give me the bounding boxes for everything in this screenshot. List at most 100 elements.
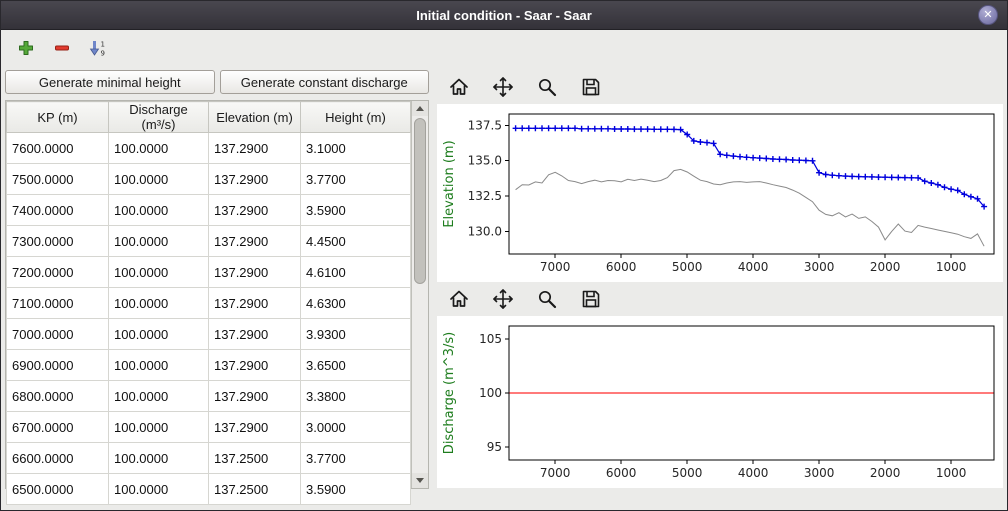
x-tick-label: 6000 — [606, 260, 637, 274]
table-cell[interactable]: 100.0000 — [109, 257, 209, 288]
discharge-plot-canvas[interactable]: 700060005000400030002000100095100105Disc… — [437, 316, 1003, 488]
x-tick-label: 7000 — [540, 466, 571, 480]
table-cell[interactable]: 137.2900 — [209, 257, 301, 288]
table-cell[interactable]: 3.6500 — [301, 350, 411, 381]
table-cell[interactable]: 4.6100 — [301, 257, 411, 288]
vertical-scrollbar[interactable] — [411, 101, 428, 488]
add-row-button[interactable] — [13, 35, 39, 61]
table-cell[interactable]: 3.1000 — [301, 133, 411, 164]
column-header[interactable]: KP (m) — [7, 102, 109, 133]
table-cell[interactable]: 3.5900 — [301, 474, 411, 505]
table-cell[interactable]: 137.2900 — [209, 164, 301, 195]
scroll-down-button[interactable] — [412, 473, 428, 488]
table-cell[interactable]: 100.0000 — [109, 164, 209, 195]
home-icon — [448, 288, 470, 310]
plot1-zoom-button[interactable] — [533, 73, 561, 101]
table-row: 7000.0000100.0000137.29003.9300 — [7, 319, 411, 350]
table-cell[interactable]: 7300.0000 — [7, 226, 109, 257]
table-cell[interactable]: 7100.0000 — [7, 288, 109, 319]
plot2-pan-button[interactable] — [489, 285, 517, 313]
table-cell[interactable]: 100.0000 — [109, 350, 209, 381]
plot1-pan-button[interactable] — [489, 73, 517, 101]
generate-constant-discharge-button[interactable]: Generate constant discharge — [220, 70, 430, 94]
sort-button[interactable]: 1 9 — [85, 35, 111, 61]
plot2-save-button[interactable] — [577, 285, 605, 313]
x-tick-label: 6000 — [606, 466, 637, 480]
table-cell[interactable]: 7500.0000 — [7, 164, 109, 195]
x-tick-label: 4000 — [738, 260, 769, 274]
table-cell[interactable]: 137.2900 — [209, 195, 301, 226]
sort-digit-bottom: 9 — [101, 50, 105, 57]
elevation-figure: 7000600050004000300020001000130.0132.513… — [437, 104, 1003, 282]
scroll-up-button[interactable] — [412, 101, 428, 116]
scrollbar-thumb[interactable] — [414, 118, 426, 284]
table-cell[interactable]: 100.0000 — [109, 474, 209, 505]
table-row: 7300.0000100.0000137.29004.4500 — [7, 226, 411, 257]
table-cell[interactable]: 137.2900 — [209, 226, 301, 257]
zoom-icon — [536, 76, 558, 98]
table-cell[interactable]: 4.4500 — [301, 226, 411, 257]
table-cell[interactable]: 100.0000 — [109, 133, 209, 164]
table-cell[interactable]: 6600.0000 — [7, 443, 109, 474]
x-tick-label: 3000 — [804, 260, 835, 274]
x-tick-label: 2000 — [870, 466, 901, 480]
table-cell[interactable]: 4.6300 — [301, 288, 411, 319]
scrollbar-track[interactable] — [412, 116, 428, 473]
column-header[interactable]: Discharge (m³/s) — [109, 102, 209, 133]
table-row: 6900.0000100.0000137.29003.6500 — [7, 350, 411, 381]
table-cell[interactable]: 7400.0000 — [7, 195, 109, 226]
table-cell[interactable]: 6500.0000 — [7, 474, 109, 505]
elevation-plot-canvas[interactable]: 7000600050004000300020001000130.0132.513… — [437, 104, 1003, 282]
column-header[interactable]: Elevation (m) — [209, 102, 301, 133]
table-cell[interactable]: 3.7700 — [301, 164, 411, 195]
generate-minimal-height-button[interactable]: Generate minimal height — [5, 70, 215, 94]
table-cell[interactable]: 100.0000 — [109, 412, 209, 443]
table-cell[interactable]: 3.9300 — [301, 319, 411, 350]
table-cell[interactable]: 7600.0000 — [7, 133, 109, 164]
table-cell[interactable]: 3.3800 — [301, 381, 411, 412]
plot1-home-button[interactable] — [445, 73, 473, 101]
close-button[interactable]: ✕ — [978, 5, 998, 25]
table-cell[interactable]: 137.2500 — [209, 474, 301, 505]
plots-panel: 7000600050004000300020001000130.0132.513… — [433, 66, 1007, 510]
table-cell[interactable]: 6700.0000 — [7, 412, 109, 443]
table-row: 6500.0000100.0000137.25003.5900 — [7, 474, 411, 505]
table-cell[interactable]: 137.2900 — [209, 350, 301, 381]
sort-ascending-icon: 1 9 — [89, 40, 107, 56]
table-row: 7500.0000100.0000137.29003.7700 — [7, 164, 411, 195]
y-axis-label: Elevation (m) — [442, 140, 457, 227]
table-cell[interactable]: 137.2900 — [209, 133, 301, 164]
table-cell[interactable]: 100.0000 — [109, 226, 209, 257]
table-cell[interactable]: 7000.0000 — [7, 319, 109, 350]
table-cell[interactable]: 6800.0000 — [7, 381, 109, 412]
table-cell[interactable]: 137.2900 — [209, 319, 301, 350]
table-cell[interactable]: 100.0000 — [109, 195, 209, 226]
y-tick-label: 135.0 — [468, 154, 502, 168]
table-cell[interactable]: 100.0000 — [109, 443, 209, 474]
pan-icon — [492, 76, 514, 98]
table-cell[interactable]: 6900.0000 — [7, 350, 109, 381]
table-cell[interactable]: 3.0000 — [301, 412, 411, 443]
plot2-zoom-button[interactable] — [533, 285, 561, 313]
plot2-home-button[interactable] — [445, 285, 473, 313]
table-cell[interactable]: 137.2900 — [209, 381, 301, 412]
column-header[interactable]: Height (m) — [301, 102, 411, 133]
x-tick-label: 7000 — [540, 260, 571, 274]
table-widget: KP (m)Discharge (m³/s)Elevation (m)Heigh… — [5, 100, 429, 489]
plot1-save-button[interactable] — [577, 73, 605, 101]
titlebar[interactable]: Initial condition - Saar - Saar ✕ — [1, 1, 1007, 30]
table-cell[interactable]: 137.2500 — [209, 443, 301, 474]
table-cell[interactable]: 137.2900 — [209, 412, 301, 443]
table-cell[interactable]: 7200.0000 — [7, 257, 109, 288]
table-cell[interactable]: 100.0000 — [109, 288, 209, 319]
x-tick-label: 5000 — [672, 466, 703, 480]
table-cell[interactable]: 100.0000 — [109, 319, 209, 350]
data-table: KP (m)Discharge (m³/s)Elevation (m)Heigh… — [6, 101, 411, 505]
table-cell[interactable]: 100.0000 — [109, 381, 209, 412]
app-window: Initial condition - Saar - Saar ✕ 1 9 — [0, 0, 1008, 511]
y-tick-label: 137.5 — [468, 118, 502, 132]
table-cell[interactable]: 3.7700 — [301, 443, 411, 474]
remove-row-button[interactable] — [49, 35, 75, 61]
table-cell[interactable]: 3.5900 — [301, 195, 411, 226]
table-cell[interactable]: 137.2900 — [209, 288, 301, 319]
